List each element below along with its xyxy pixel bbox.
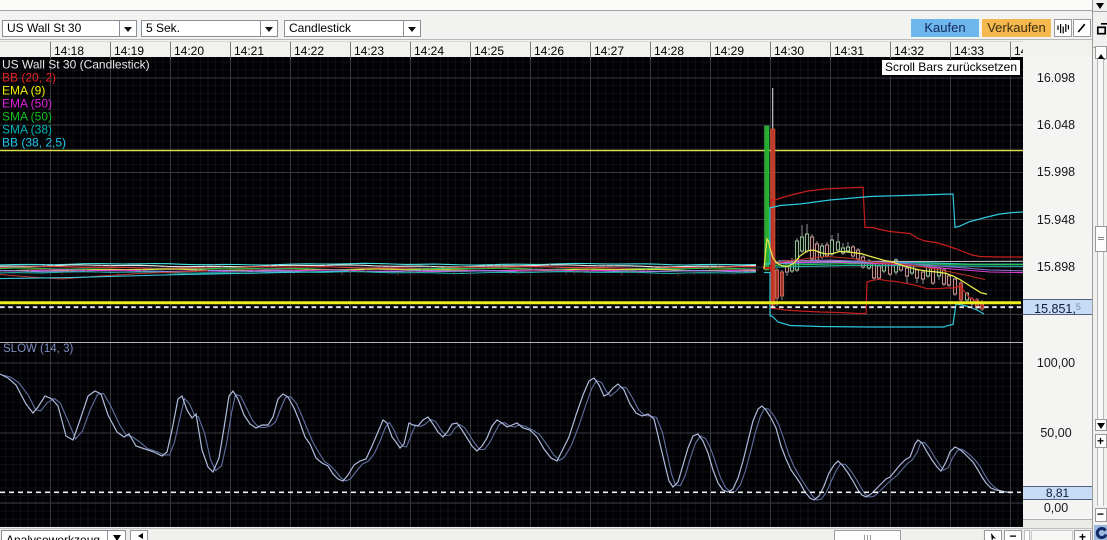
svg-text:SMA (38): SMA (38)	[2, 123, 52, 137]
svg-text:BB (38, 2,5): BB (38, 2,5)	[2, 136, 66, 150]
svg-text:SLOW (14, 3): SLOW (14, 3)	[3, 343, 73, 355]
svg-text:SMA (50): SMA (50)	[2, 110, 52, 124]
svg-text:BB (20, 2): BB (20, 2)	[2, 71, 56, 85]
svg-text:EMA (50): EMA (50)	[2, 97, 52, 111]
svg-text:EMA (9): EMA (9)	[2, 84, 45, 98]
svg-text:US Wall St 30 (Candlestick): US Wall St 30 (Candlestick)	[2, 58, 150, 72]
